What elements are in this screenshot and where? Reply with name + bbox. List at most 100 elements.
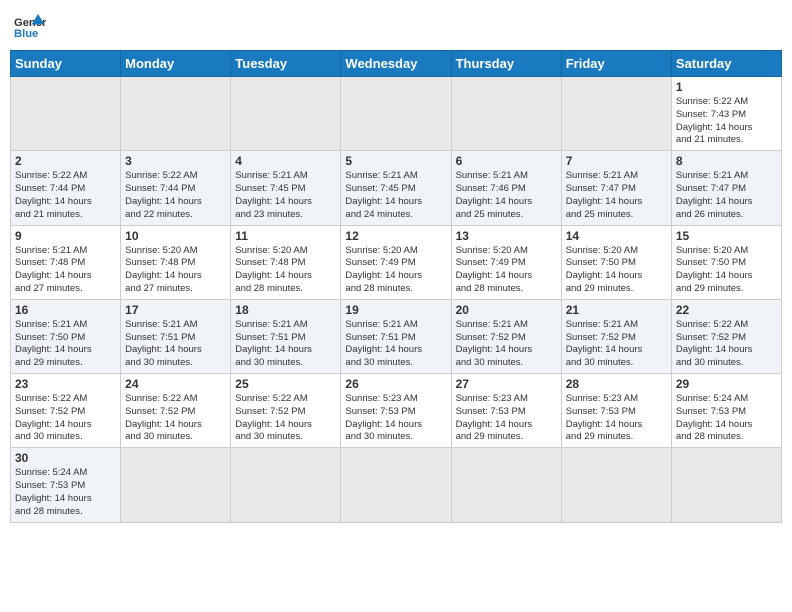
day-info: Sunrise: 5:22 AM Sunset: 7:43 PM Dayligh… bbox=[676, 96, 777, 147]
calendar-cell bbox=[231, 448, 341, 522]
calendar-cell: 3 Sunrise: 5:22 AM Sunset: 7:44 PM Daylig… bbox=[121, 151, 231, 225]
calendar-cell: 26 Sunrise: 5:23 AM Sunset: 7:53 PM Dayli… bbox=[341, 374, 451, 448]
day-number: 10 bbox=[125, 229, 226, 243]
day-info: Sunrise: 5:24 AM Sunset: 7:53 PM Dayligh… bbox=[15, 467, 116, 518]
day-info: Sunrise: 5:21 AM Sunset: 7:52 PM Dayligh… bbox=[456, 319, 557, 370]
calendar-cell: 17 Sunrise: 5:21 AM Sunset: 7:51 PM Dayli… bbox=[121, 299, 231, 373]
day-number: 13 bbox=[456, 229, 557, 243]
day-info: Sunrise: 5:24 AM Sunset: 7:53 PM Dayligh… bbox=[676, 393, 777, 444]
weekday-header-sunday: Sunday bbox=[11, 51, 121, 77]
day-info: Sunrise: 5:21 AM Sunset: 7:48 PM Dayligh… bbox=[15, 245, 116, 296]
day-number: 28 bbox=[566, 377, 667, 391]
week-row-3: 16Sunrise: 5:21 AM Sunset: 7:50 PM Dayli… bbox=[11, 299, 782, 373]
weekday-header-friday: Friday bbox=[561, 51, 671, 77]
day-info: Sunrise: 5:20 AM Sunset: 7:49 PM Dayligh… bbox=[456, 245, 557, 296]
day-number: 3 bbox=[125, 154, 226, 168]
day-info: Sunrise: 5:23 AM Sunset: 7:53 PM Dayligh… bbox=[456, 393, 557, 444]
day-number: 5 bbox=[345, 154, 446, 168]
day-info: Sunrise: 5:21 AM Sunset: 7:45 PM Dayligh… bbox=[345, 170, 446, 221]
calendar-cell: 19Sunrise: 5:21 AM Sunset: 7:51 PM Dayli… bbox=[341, 299, 451, 373]
calendar-cell: 30 Sunrise: 5:24 AM Sunset: 7:53 PM Dayli… bbox=[11, 448, 121, 522]
calendar-cell bbox=[451, 77, 561, 151]
day-number: 30 bbox=[15, 451, 116, 465]
logo: General Blue bbox=[14, 10, 46, 42]
day-info: Sunrise: 5:20 AM Sunset: 7:48 PM Dayligh… bbox=[125, 245, 226, 296]
day-number: 12 bbox=[345, 229, 446, 243]
calendar-cell bbox=[11, 77, 121, 151]
calendar-cell: 21Sunrise: 5:21 AM Sunset: 7:52 PM Dayli… bbox=[561, 299, 671, 373]
calendar-cell bbox=[671, 448, 781, 522]
day-number: 20 bbox=[456, 303, 557, 317]
calendar-cell: 2Sunrise: 5:22 AM Sunset: 7:44 PM Daylig… bbox=[11, 151, 121, 225]
day-info: Sunrise: 5:23 AM Sunset: 7:53 PM Dayligh… bbox=[566, 393, 667, 444]
day-number: 14 bbox=[566, 229, 667, 243]
day-number: 9 bbox=[15, 229, 116, 243]
calendar-cell: 9 Sunrise: 5:21 AM Sunset: 7:48 PM Daylig… bbox=[11, 225, 121, 299]
calendar-cell: 8 Sunrise: 5:21 AM Sunset: 7:47 PM Daylig… bbox=[671, 151, 781, 225]
day-number: 26 bbox=[345, 377, 446, 391]
svg-text:Blue: Blue bbox=[14, 28, 38, 40]
day-info: Sunrise: 5:21 AM Sunset: 7:47 PM Dayligh… bbox=[566, 170, 667, 221]
day-info: Sunrise: 5:21 AM Sunset: 7:51 PM Dayligh… bbox=[125, 319, 226, 370]
week-row-2: 9 Sunrise: 5:21 AM Sunset: 7:48 PM Daylig… bbox=[11, 225, 782, 299]
day-info: Sunrise: 5:21 AM Sunset: 7:50 PM Dayligh… bbox=[15, 319, 116, 370]
week-row-1: 2 Sunrise: 5:22 AM Sunset: 7:44 PM Daylig… bbox=[11, 151, 782, 225]
week-row-4: 23 Sunrise: 5:22 AM Sunset: 7:52 PM Dayli… bbox=[11, 374, 782, 448]
day-number: 11 bbox=[235, 229, 336, 243]
calendar-table: SundayMondayTuesdayWednesdayThursdayFrid… bbox=[10, 50, 782, 523]
calendar-cell: 25 Sunrise: 5:22 AM Sunset: 7:52 PM Dayli… bbox=[231, 374, 341, 448]
day-number: 27 bbox=[456, 377, 557, 391]
weekday-header-tuesday: Tuesday bbox=[231, 51, 341, 77]
day-info: Sunrise: 5:22 AM Sunset: 7:52 PM Dayligh… bbox=[676, 319, 777, 370]
day-info: Sunrise: 5:22 AM Sunset: 7:52 PM Dayligh… bbox=[125, 393, 226, 444]
day-info: Sunrise: 5:21 AM Sunset: 7:47 PM Dayligh… bbox=[676, 170, 777, 221]
weekday-header-monday: Monday bbox=[121, 51, 231, 77]
weekday-header-wednesday: Wednesday bbox=[341, 51, 451, 77]
calendar-cell: 7 Sunrise: 5:21 AM Sunset: 7:47 PM Daylig… bbox=[561, 151, 671, 225]
week-row-0: 1 Sunrise: 5:22 AM Sunset: 7:43 PM Daylig… bbox=[11, 77, 782, 151]
calendar-cell bbox=[121, 448, 231, 522]
calendar-cell: 6Sunrise: 5:21 AM Sunset: 7:46 PM Daylig… bbox=[451, 151, 561, 225]
day-info: Sunrise: 5:22 AM Sunset: 7:44 PM Dayligh… bbox=[125, 170, 226, 221]
day-info: Sunrise: 5:21 AM Sunset: 7:46 PM Dayligh… bbox=[456, 170, 557, 221]
calendar-cell bbox=[341, 77, 451, 151]
day-number: 1 bbox=[676, 80, 777, 94]
calendar-cell bbox=[121, 77, 231, 151]
day-info: Sunrise: 5:20 AM Sunset: 7:50 PM Dayligh… bbox=[566, 245, 667, 296]
day-number: 24 bbox=[125, 377, 226, 391]
calendar-cell: 23Sunrise: 5:22 AM Sunset: 7:52 PM Dayli… bbox=[11, 374, 121, 448]
day-number: 23 bbox=[15, 377, 116, 391]
calendar-cell: 1 Sunrise: 5:22 AM Sunset: 7:43 PM Daylig… bbox=[671, 77, 781, 151]
calendar-cell: 28 Sunrise: 5:23 AM Sunset: 7:53 PM Dayli… bbox=[561, 374, 671, 448]
day-number: 15 bbox=[676, 229, 777, 243]
calendar-cell: 18Sunrise: 5:21 AM Sunset: 7:51 PM Dayli… bbox=[231, 299, 341, 373]
day-info: Sunrise: 5:22 AM Sunset: 7:52 PM Dayligh… bbox=[235, 393, 336, 444]
weekday-header-saturday: Saturday bbox=[671, 51, 781, 77]
calendar-body: 1 Sunrise: 5:22 AM Sunset: 7:43 PM Daylig… bbox=[11, 77, 782, 523]
logo-icon: General Blue bbox=[14, 10, 46, 42]
day-number: 8 bbox=[676, 154, 777, 168]
calendar-cell: 20 Sunrise: 5:21 AM Sunset: 7:52 PM Dayli… bbox=[451, 299, 561, 373]
calendar-cell bbox=[561, 77, 671, 151]
day-info: Sunrise: 5:21 AM Sunset: 7:45 PM Dayligh… bbox=[235, 170, 336, 221]
day-number: 2 bbox=[15, 154, 116, 168]
calendar-cell: 27 Sunrise: 5:23 AM Sunset: 7:53 PM Dayli… bbox=[451, 374, 561, 448]
page-header: General Blue bbox=[10, 10, 782, 42]
calendar-cell: 5 Sunrise: 5:21 AM Sunset: 7:45 PM Daylig… bbox=[341, 151, 451, 225]
day-info: Sunrise: 5:20 AM Sunset: 7:48 PM Dayligh… bbox=[235, 245, 336, 296]
calendar-cell: 11 Sunrise: 5:20 AM Sunset: 7:48 PM Dayli… bbox=[231, 225, 341, 299]
day-info: Sunrise: 5:20 AM Sunset: 7:49 PM Dayligh… bbox=[345, 245, 446, 296]
day-number: 21 bbox=[566, 303, 667, 317]
calendar-cell bbox=[231, 77, 341, 151]
day-info: Sunrise: 5:20 AM Sunset: 7:50 PM Dayligh… bbox=[676, 245, 777, 296]
day-number: 17 bbox=[125, 303, 226, 317]
calendar-cell bbox=[451, 448, 561, 522]
day-info: Sunrise: 5:23 AM Sunset: 7:53 PM Dayligh… bbox=[345, 393, 446, 444]
calendar-cell: 13 Sunrise: 5:20 AM Sunset: 7:49 PM Dayli… bbox=[451, 225, 561, 299]
day-number: 7 bbox=[566, 154, 667, 168]
week-row-5: 30 Sunrise: 5:24 AM Sunset: 7:53 PM Dayli… bbox=[11, 448, 782, 522]
calendar-cell: 15 Sunrise: 5:20 AM Sunset: 7:50 PM Dayli… bbox=[671, 225, 781, 299]
calendar-cell: 12 Sunrise: 5:20 AM Sunset: 7:49 PM Dayli… bbox=[341, 225, 451, 299]
calendar-cell: 10 Sunrise: 5:20 AM Sunset: 7:48 PM Dayli… bbox=[121, 225, 231, 299]
day-number: 25 bbox=[235, 377, 336, 391]
